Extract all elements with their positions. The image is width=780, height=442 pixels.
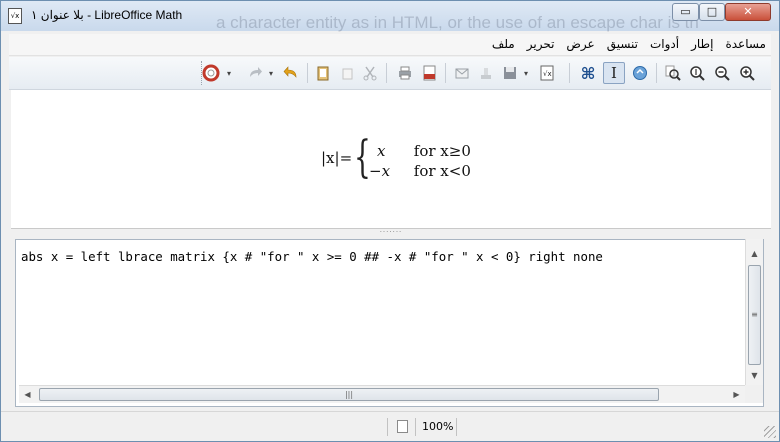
menu-view[interactable]: عرض xyxy=(565,37,595,51)
zoom-out-icon[interactable] xyxy=(711,62,733,84)
menu-window[interactable]: إطار xyxy=(690,37,714,51)
formula-preview[interactable]: |x|= { x for x≥0 −x for x<0 xyxy=(11,90,771,229)
app-window: √x بلا عنوان ١ - LibreOffice Math a char… xyxy=(0,0,780,442)
print-icon[interactable] xyxy=(394,62,416,84)
formula-row: −x for x<0 xyxy=(369,162,471,180)
toolbar-separator xyxy=(386,63,387,83)
vertical-scrollbar[interactable]: ▲ ≡ ▼ xyxy=(745,239,763,385)
formula-lhs: |x|= xyxy=(321,149,353,167)
formula-condition: for x≥0 xyxy=(413,142,471,160)
zoom-level[interactable]: 100% xyxy=(422,420,453,433)
vertical-scroll-thumb[interactable]: ≡ xyxy=(748,265,761,365)
scroll-up-icon[interactable]: ▲ xyxy=(746,245,763,262)
resize-grip-icon[interactable] xyxy=(764,426,776,438)
minimize-button[interactable]: ▭ xyxy=(672,3,699,21)
cut-icon[interactable] xyxy=(359,62,381,84)
zoom-original-icon[interactable] xyxy=(686,62,708,84)
svg-text:√x: √x xyxy=(543,70,552,78)
save-icon[interactable] xyxy=(499,62,521,84)
toolbar-separator xyxy=(656,63,657,83)
close-button[interactable]: ✕ xyxy=(725,3,771,21)
menu-edit[interactable]: تحرير xyxy=(526,37,556,51)
help-icon[interactable] xyxy=(200,62,222,84)
new-formula-icon[interactable]: √x xyxy=(536,62,558,84)
menu-help[interactable]: مساعدة xyxy=(724,37,767,51)
status-separator xyxy=(387,418,388,436)
formula-value: −x xyxy=(369,162,391,180)
zoom-page-icon[interactable] xyxy=(662,62,684,84)
scroll-left-icon[interactable]: ◀ xyxy=(19,386,36,403)
scroll-down-icon[interactable]: ▼ xyxy=(746,367,763,384)
pane-splitter[interactable]: ······· xyxy=(11,229,771,237)
save-dropdown-icon[interactable]: ▾ xyxy=(521,62,531,84)
scroll-right-icon[interactable]: ▶ xyxy=(728,386,745,403)
math-app-icon[interactable]: √x xyxy=(8,8,22,24)
window-title: بلا عنوان ١ - LibreOffice Math xyxy=(31,8,183,22)
menu-format[interactable]: تنسيق xyxy=(606,37,639,51)
standard-toolbar: ▾ ▾ ▾ √x ⌘ I xyxy=(9,57,771,90)
toolbar-separator xyxy=(307,63,308,83)
document-modified-icon[interactable] xyxy=(397,420,408,433)
formula-value: x xyxy=(377,142,386,160)
menu-file[interactable]: ملف xyxy=(491,37,516,51)
dropdown-icon[interactable]: ▾ xyxy=(224,62,234,84)
undo-icon[interactable] xyxy=(280,62,302,84)
toolbar-separator xyxy=(569,63,570,83)
status-bar: 100% xyxy=(1,411,779,441)
horizontal-scroll-thumb[interactable]: ||| xyxy=(39,388,659,401)
scroll-corner xyxy=(745,385,763,403)
cursor-icon[interactable]: I xyxy=(603,62,625,84)
update-icon[interactable] xyxy=(629,62,651,84)
menu-bar: ملف تحرير عرض تنسيق أدوات إطار مساعدة xyxy=(9,34,771,56)
formula-row: x for x≥0 xyxy=(377,142,471,160)
menu-tools[interactable]: أدوات xyxy=(649,37,680,51)
symbols-icon[interactable]: ⌘ xyxy=(577,62,599,84)
redo-dropdown-icon[interactable]: ▾ xyxy=(266,62,276,84)
horizontal-scrollbar[interactable]: ◀ ||| ▶ xyxy=(19,385,745,403)
stamp-icon[interactable] xyxy=(475,62,497,84)
maximize-button[interactable]: □ xyxy=(699,3,725,21)
clipboard-icon[interactable] xyxy=(312,62,334,84)
status-separator xyxy=(415,418,416,436)
mail-icon[interactable] xyxy=(451,62,473,84)
formula-command-text[interactable]: abs x = left lbrace matrix {x # "for " x… xyxy=(21,249,603,264)
copy-icon[interactable] xyxy=(336,62,358,84)
background-ghost-text: a character entity as in HTML, or the us… xyxy=(216,13,699,32)
toolbar-separator xyxy=(445,63,446,83)
title-bar[interactable]: √x بلا عنوان ١ - LibreOffice Math a char… xyxy=(1,1,779,32)
formula-condition: for x<0 xyxy=(413,162,471,180)
menu-items: ملف تحرير عرض تنسيق أدوات إطار مساعدة xyxy=(491,37,767,51)
command-editor[interactable]: abs x = left lbrace matrix {x # "for " x… xyxy=(15,239,764,407)
pdf-icon[interactable] xyxy=(418,62,440,84)
status-separator xyxy=(456,418,457,436)
redo-icon[interactable] xyxy=(244,62,266,84)
zoom-in-icon[interactable] xyxy=(736,62,758,84)
